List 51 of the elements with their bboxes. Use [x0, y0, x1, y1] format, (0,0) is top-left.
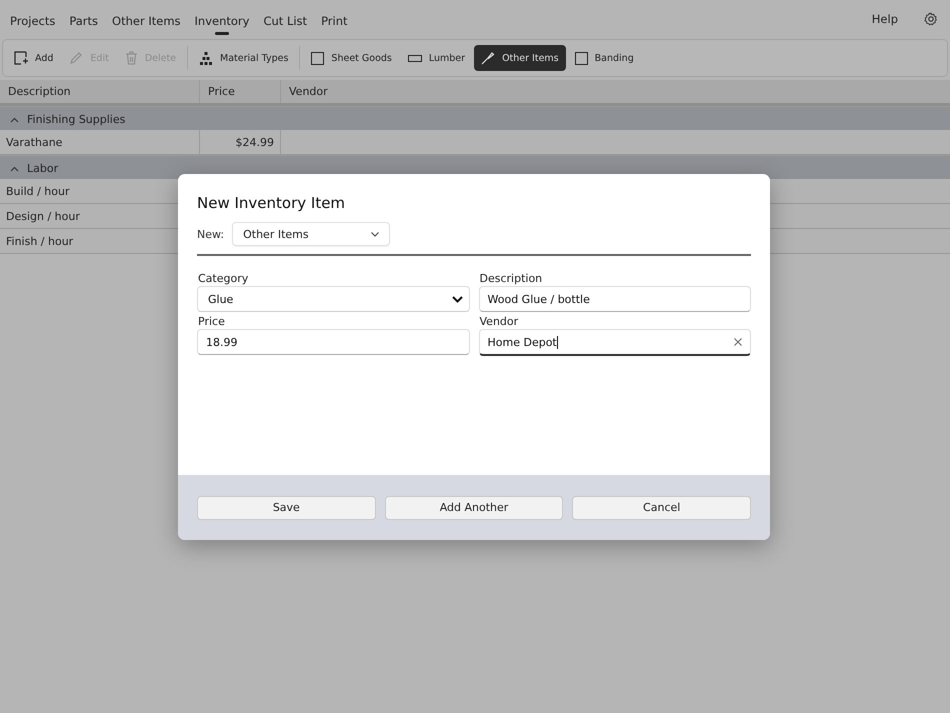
input-field[interactable]: 18.99	[197, 329, 470, 355]
pencil-icon	[69, 51, 84, 65]
blocks-icon	[199, 52, 214, 64]
field-label: Vendor	[478, 315, 520, 328]
toolbar-button[interactable]: Other Items	[474, 45, 566, 71]
toolbar-button[interactable]: Add	[7, 45, 60, 71]
toolbar-button[interactable]: Sheet Goods	[304, 46, 399, 70]
column-header[interactable]: Description	[0, 80, 200, 103]
field-label: Price	[197, 315, 226, 328]
input-field[interactable]: Wood Glue / bottle	[478, 286, 751, 312]
group-header[interactable]: Finishing Supplies	[0, 106, 950, 130]
chevron-icon	[371, 232, 380, 236]
dialog-button[interactable]: Cancel	[572, 496, 752, 520]
category-dropdown[interactable]: Glue	[197, 286, 470, 312]
clear-icon[interactable]	[734, 338, 742, 346]
help-link[interactable]: Help	[866, 8, 904, 30]
field-label: Description	[478, 272, 544, 285]
chevron-icon	[452, 296, 462, 302]
table-cell: Design / hour	[6, 210, 80, 222]
column-header[interactable]: Vendor	[281, 80, 950, 103]
screwdriver-icon	[481, 51, 496, 65]
square-icon	[574, 52, 588, 64]
active-tab-indicator	[215, 32, 229, 34]
column-header[interactable]: Price	[200, 80, 281, 103]
toolbar-button[interactable]: Material Types	[192, 46, 296, 70]
add-icon	[14, 51, 28, 65]
nav-tab[interactable]: Projects	[4, 4, 62, 34]
field-label: Category	[197, 272, 250, 285]
toolbar-button[interactable]: Lumber	[400, 46, 472, 70]
table-cell: Varathane	[6, 136, 62, 148]
table-cell: Finish / hour	[6, 234, 74, 248]
dialog-button[interactable]: Add Another	[384, 496, 564, 520]
nav-tab[interactable]: Inventory	[188, 4, 256, 34]
dialog-button[interactable]: Save	[197, 496, 376, 520]
caret-icon	[10, 166, 19, 172]
table-cell: $24.99	[236, 136, 274, 148]
caret-icon	[10, 116, 19, 122]
type-dropdown[interactable]: Other Items	[232, 222, 390, 246]
nav-tab[interactable]: Print	[315, 4, 354, 34]
rectangle-icon	[408, 54, 422, 62]
dialog-title: New Inventory Item	[197, 194, 346, 212]
new-label: New:	[197, 228, 224, 240]
table-cell: Build / hour	[6, 184, 70, 198]
nav-tab[interactable]: Cut List	[257, 4, 314, 34]
input-field[interactable]: Home Depot	[478, 329, 751, 356]
settings-icon[interactable]	[924, 12, 938, 26]
nav-tab[interactable]: Parts	[63, 4, 104, 34]
nav-tab[interactable]: Other Items	[106, 4, 187, 34]
trash-icon	[124, 51, 138, 65]
toolbar-button[interactable]: Banding	[568, 46, 641, 70]
square-icon	[311, 52, 324, 64]
